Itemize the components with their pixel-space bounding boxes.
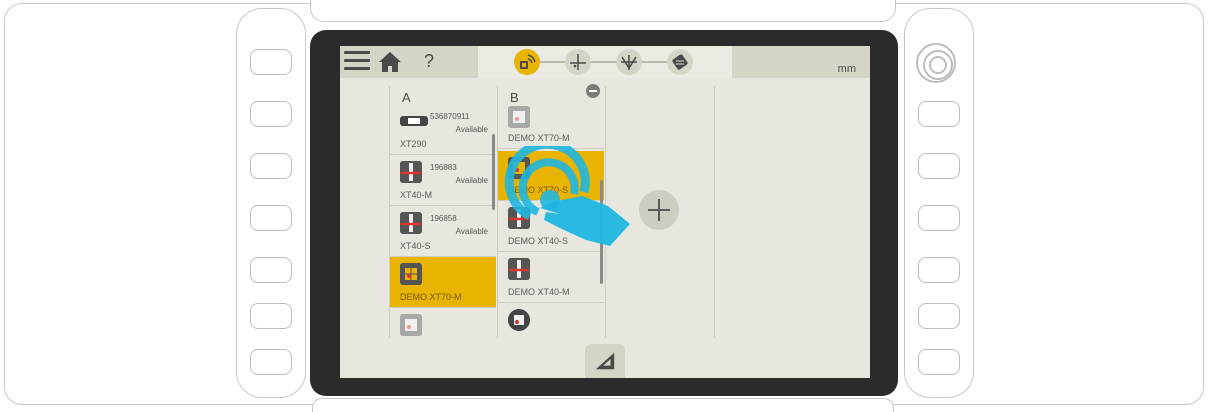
item-name: DEMO XT70-M [508, 133, 570, 143]
list-item[interactable]: DEMO XT70-M [498, 104, 604, 149]
sensor-connect-icon [520, 54, 536, 69]
list-item[interactable]: 196858 Available XT40-S [390, 206, 496, 257]
item-serial: 536870911 [430, 112, 470, 121]
column-a-list[interactable]: 536870911 Available XT290 196883 Availab… [390, 104, 496, 338]
list-item[interactable]: 536870911 Available XT290 [390, 104, 496, 155]
xt70-device-icon [508, 106, 530, 128]
xt40-device-icon [400, 161, 422, 183]
hardware-button-r5[interactable] [918, 303, 960, 329]
round-device-icon [508, 309, 530, 331]
step-crosshair[interactable] [565, 49, 591, 75]
hardware-button-l4[interactable] [250, 205, 292, 231]
step-sensor-connect[interactable] [514, 49, 540, 75]
hardware-button-r1[interactable] [918, 101, 960, 127]
column-b-header: B [510, 90, 519, 105]
app-screen: ? mm A B 536870911 Available XT290 19688… [340, 46, 870, 378]
item-name: DEMO XT70-M [400, 292, 462, 302]
plus-icon[interactable] [639, 190, 679, 230]
column-a-scrollbar[interactable] [492, 134, 495, 210]
list-item-selected[interactable]: DEMO XT70-M [390, 257, 496, 308]
ruler-button[interactable] [585, 344, 625, 378]
minus-circle-icon[interactable] [586, 84, 600, 98]
item-status: Available [455, 227, 488, 236]
top-bar: ? mm [340, 46, 870, 78]
top-bar-left: ? [340, 46, 478, 78]
unit-label[interactable]: mm [838, 63, 856, 75]
hardware-button-r3[interactable] [918, 205, 960, 231]
hardware-button-l1[interactable] [250, 49, 292, 75]
list-item[interactable]: 196883 Available XT40-M [390, 155, 496, 206]
step-connector [526, 61, 684, 63]
xt290-device-icon [400, 116, 428, 126]
hardware-button-l3[interactable] [250, 153, 292, 179]
left-grip [236, 8, 306, 398]
xt40-device-icon [508, 258, 530, 280]
crosshair-icon [570, 54, 586, 70]
home-icon[interactable] [378, 51, 402, 73]
xt40-device-icon [400, 212, 422, 234]
level-check-icon [621, 55, 637, 70]
top-bump-left [310, 0, 896, 22]
top-bar-right: mm [732, 46, 870, 78]
tap-hand-icon [504, 146, 630, 246]
column-divider [714, 86, 715, 338]
item-serial: 196883 [430, 163, 457, 172]
item-serial: 196858 [430, 214, 457, 223]
power-ring-icon[interactable] [916, 43, 956, 83]
item-name: XT40-M [400, 190, 433, 200]
hardware-button-r2[interactable] [918, 153, 960, 179]
item-name: XT40-S [400, 241, 431, 251]
step-measure[interactable] [667, 49, 693, 75]
help-button[interactable]: ? [424, 51, 434, 72]
hardware-button-l5[interactable] [250, 257, 292, 283]
item-name: DEMO XT40-M [508, 287, 570, 297]
hardware-button-l2[interactable] [250, 101, 292, 127]
hamburger-menu-icon[interactable] [344, 51, 370, 73]
item-status: Available [455, 125, 488, 134]
hardware-button-l7[interactable] [250, 349, 292, 375]
hardware-button-l6[interactable] [250, 303, 292, 329]
right-grip [904, 8, 974, 398]
hardware-button-r6[interactable] [918, 349, 960, 375]
step-level-check[interactable] [616, 49, 642, 75]
item-status: Available [455, 176, 488, 185]
hardware-button-r4[interactable] [918, 257, 960, 283]
set-square-ruler-icon [595, 352, 615, 370]
list-item[interactable] [390, 308, 496, 338]
list-item[interactable]: DEMO XT40-M [498, 252, 604, 303]
bottom-bump [312, 398, 894, 412]
list-item[interactable] [498, 303, 604, 338]
measure-icon [672, 54, 688, 70]
xt70-device-icon [400, 314, 422, 336]
column-a-header: A [402, 90, 411, 105]
item-name: XT290 [400, 139, 427, 149]
xt70-device-icon [400, 263, 422, 285]
